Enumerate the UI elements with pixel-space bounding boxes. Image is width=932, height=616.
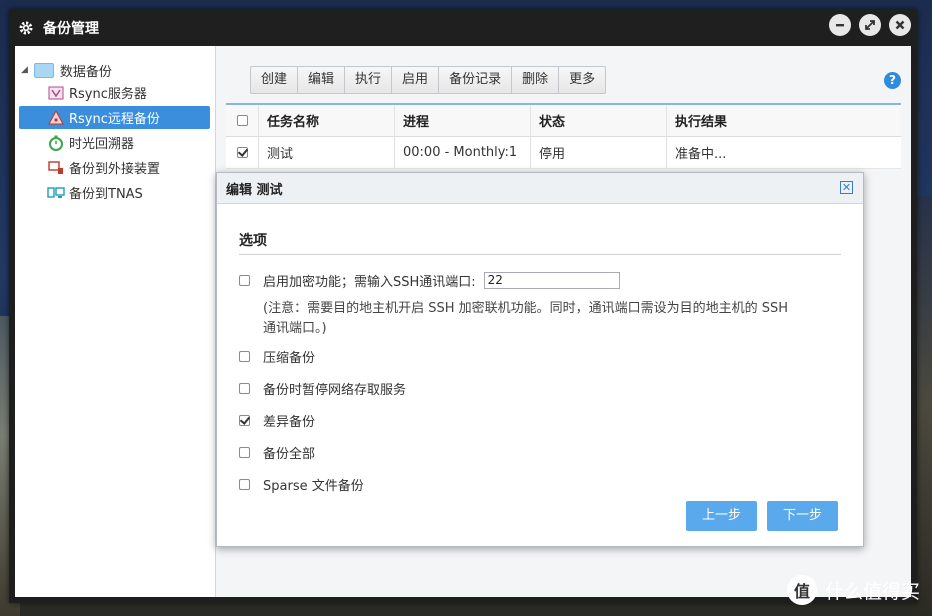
external-device-icon <box>47 159 65 177</box>
sidebar-item-rsync-server[interactable]: Rsync服务器 <box>19 81 210 104</box>
option-differential: 差异备份 <box>239 411 315 430</box>
maximize-button[interactable] <box>859 14 881 36</box>
close-icon <box>895 20 905 30</box>
encryption-note: (注意：需要目的地主机开启 SSH 加密联机功能。同时，通讯端口需设为目的地主机… <box>263 299 843 339</box>
sidebar-item-label: 时光回溯器 <box>69 137 135 152</box>
sidebar-item-label: 备份到TNAS <box>69 187 143 202</box>
option-label: 备份全部 <box>263 447 316 462</box>
row-checkbox[interactable] <box>236 147 248 158</box>
option-label: Sparse 文件备份 <box>263 479 364 494</box>
header-process[interactable]: 进程 <box>395 105 531 136</box>
watermark: 值 什么值得买 <box>786 575 920 605</box>
minimize-icon <box>836 24 844 27</box>
table-header: 任务名称 进程 状态 执行结果 <box>226 105 901 137</box>
watermark-text: 什么值得买 <box>824 580 920 603</box>
note-line-1: (注意：需要目的地主机开启 SSH 加密联机功能。同时，通讯端口需设为目的地主机… <box>263 301 789 316</box>
sidebar-item-label: 备份到外接装置 <box>69 162 161 177</box>
rsync-server-icon <box>47 84 65 102</box>
dialog-close-icon[interactable]: ✕ <box>840 181 853 194</box>
note-line-2: 通讯端口。) <box>263 321 327 336</box>
sidebar-item-label: Rsync服务器 <box>69 87 147 102</box>
compress-checkbox[interactable] <box>239 351 250 362</box>
prev-step-button[interactable]: 上一步 <box>686 501 757 531</box>
window-controls <box>829 14 911 36</box>
enable-button[interactable]: 启用 <box>392 67 440 93</box>
option-label: 备份时暂停网络存取服务 <box>263 383 407 398</box>
edit-button[interactable]: 编辑 <box>298 67 346 93</box>
ssh-port-input[interactable]: 22 <box>483 272 620 289</box>
option-label: 压缩备份 <box>263 351 316 366</box>
gear-icon <box>17 19 35 37</box>
next-step-button[interactable]: 下一步 <box>767 501 838 531</box>
row-select-cell <box>226 137 259 168</box>
rsync-remote-icon <box>47 109 65 127</box>
sidebar: ◢ 数据备份 Rsync服务器 Rsync远程备份 时光回溯器 备份到外接装置 … <box>15 46 216 597</box>
folder-icon <box>33 62 54 78</box>
sidebar-item-rsync-remote-backup[interactable]: Rsync远程备份 <box>19 106 210 129</box>
differential-checkbox[interactable] <box>239 415 250 426</box>
tnas-icon <box>47 184 65 202</box>
minimize-button[interactable] <box>829 14 851 36</box>
option-backup-all: 备份全部 <box>239 443 315 462</box>
toolbar: 创建 编辑 执行 启用 备份记录 删除 更多 <box>250 66 607 94</box>
sidebar-item-external-device[interactable]: 备份到外接装置 <box>19 156 210 179</box>
option-encryption: 启用加密功能；需输入SSH通讯端口: 22 <box>239 271 620 290</box>
select-all-checkbox[interactable] <box>236 115 248 126</box>
sidebar-item-label: Rsync远程备份 <box>69 112 160 127</box>
option-label: 启用加密功能；需输入SSH通讯端口: <box>263 275 476 290</box>
close-button[interactable] <box>889 14 911 36</box>
dialog-title: 编辑 测试 <box>226 182 283 198</box>
sidebar-root-data-backup[interactable]: ◢ 数据备份 <box>21 59 112 81</box>
section-title: 选项 <box>239 233 267 249</box>
more-button[interactable]: 更多 <box>559 67 605 93</box>
create-button[interactable]: 创建 <box>251 67 299 93</box>
option-pause-network: 备份时暂停网络存取服务 <box>239 379 406 398</box>
help-icon[interactable]: ? <box>884 72 901 89</box>
cell-task-name: 测试 <box>259 137 395 168</box>
edit-dialog: 编辑 测试 ✕ 选项 启用加密功能；需输入SSH通讯端口: 22 (注意：需要目… <box>216 172 864 547</box>
window-titlebar: 备份管理 <box>9 9 917 46</box>
delete-button[interactable]: 删除 <box>512 67 560 93</box>
cell-schedule: 00:00 - Monthly:1 <box>395 137 531 168</box>
pause-network-checkbox[interactable] <box>239 383 250 394</box>
sparse-checkbox[interactable] <box>239 479 250 490</box>
option-label: 差异备份 <box>263 415 316 430</box>
stopwatch-icon <box>47 134 65 152</box>
task-table: 任务名称 进程 状态 执行结果 测试 00:00 - Monthly:1 停用 … <box>226 105 901 169</box>
table-row[interactable]: 测试 00:00 - Monthly:1 停用 准备中... <box>226 137 901 169</box>
header-result[interactable]: 执行结果 <box>667 105 901 136</box>
select-all-cell <box>226 105 259 136</box>
backup-log-button[interactable]: 备份记录 <box>439 67 513 93</box>
watermark-logo-icon: 值 <box>786 575 817 605</box>
collapse-arrow-icon[interactable]: ◢ <box>21 65 28 75</box>
backup-all-checkbox[interactable] <box>239 447 250 458</box>
section-divider <box>239 254 841 255</box>
window-title: 备份管理 <box>43 20 99 37</box>
maximize-icon <box>865 20 875 30</box>
cell-status: 停用 <box>531 137 667 168</box>
option-compress: 压缩备份 <box>239 347 315 366</box>
cell-result: 准备中... <box>675 147 727 162</box>
dialog-titlebar: 编辑 测试 ✕ <box>217 173 863 204</box>
sidebar-item-time-machine[interactable]: 时光回溯器 <box>19 131 210 154</box>
sidebar-item-tnas[interactable]: 备份到TNAS <box>19 181 210 204</box>
header-status[interactable]: 状态 <box>531 105 667 136</box>
option-sparse: Sparse 文件备份 <box>239 475 364 494</box>
sidebar-root-label: 数据备份 <box>59 64 112 80</box>
encryption-checkbox[interactable] <box>239 275 250 286</box>
header-task-name[interactable]: 任务名称 <box>259 105 395 136</box>
execute-button[interactable]: 执行 <box>345 67 393 93</box>
